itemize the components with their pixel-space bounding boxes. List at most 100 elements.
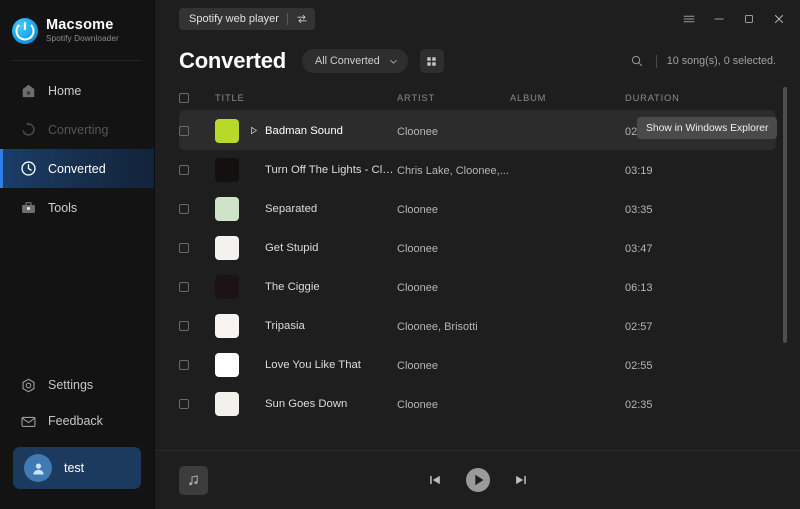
sidebar-bottom-nav: Settings Feedback: [0, 367, 154, 439]
track-title: The Ciggie: [265, 280, 320, 293]
refresh-icon: [22, 122, 35, 136]
search-icon: [631, 55, 642, 67]
table-row[interactable]: The Ciggie Cloonee 06:13: [179, 267, 776, 306]
row-select-cell: [179, 398, 215, 409]
play-button-icon: [465, 468, 490, 492]
track-duration: 02:55: [625, 359, 653, 372]
track-artist: Cloonee: [397, 359, 438, 372]
table-row[interactable]: Sun Goes Down Cloonee 02:35: [179, 384, 776, 423]
user-name: test: [64, 461, 85, 475]
row-select-cell: [179, 203, 215, 214]
minimize-button[interactable]: [704, 4, 734, 34]
page-header: Converted All Converted 10 song(s), 0 se…: [155, 37, 800, 85]
album-art: [215, 391, 239, 416]
album-art: [215, 118, 239, 143]
row-checkbox[interactable]: [179, 359, 189, 370]
row-select-cell: [179, 359, 215, 370]
next-track-button[interactable]: [513, 472, 529, 488]
album-art: [215, 235, 239, 260]
row-checkbox[interactable]: [179, 164, 189, 175]
table-row[interactable]: Tripasia Cloonee, Brisotti 02:57: [179, 306, 776, 345]
table-header-row: TITLE ARTIST ALBUM DURATION: [179, 85, 776, 111]
track-duration: 03:19: [625, 164, 653, 177]
table-row[interactable]: Separated Cloonee 03:35: [179, 189, 776, 228]
minimize-icon: [714, 18, 724, 19]
avatar: [24, 454, 52, 482]
sidebar-item-label: Home: [48, 83, 82, 98]
spotify-web-player-button[interactable]: Spotify web player: [179, 7, 315, 30]
tooltip-text: Show in Windows Explorer: [646, 122, 769, 134]
pill-divider: [286, 12, 288, 25]
sidebar-item-settings[interactable]: Settings: [0, 367, 154, 403]
row-select-cell: [179, 320, 215, 331]
select-all-checkbox[interactable]: [179, 92, 189, 103]
web-player-label: Spotify web player: [189, 12, 279, 25]
table-row[interactable]: Turn Off The Lights - Cloone...Chris Lak…: [179, 150, 776, 189]
play-triangle-icon[interactable]: [248, 125, 259, 136]
track-title: Turn Off The Lights - Cloone...: [265, 163, 397, 176]
search-button[interactable]: [626, 50, 648, 72]
track-table: TITLE ARTIST ALBUM DURATION Badman Sound…: [155, 85, 800, 450]
row-play-button[interactable]: [248, 125, 259, 136]
sidebar-item-home[interactable]: Home: [0, 71, 154, 110]
header-divider: [655, 54, 657, 68]
hamburger-menu-button[interactable]: [674, 4, 704, 34]
player-thumbnail[interactable]: [179, 465, 208, 495]
sidebar-item-feedback[interactable]: Feedback: [0, 403, 154, 439]
scrollbar-thumb[interactable]: [783, 87, 787, 343]
grid-view-button[interactable]: [419, 49, 444, 73]
track-row-list: Badman SoundCloonee02:56Turn Off The Lig…: [179, 111, 776, 425]
sidebar-item-label: Feedback: [48, 414, 103, 428]
titlebar: Spotify web player: [155, 0, 800, 37]
track-artist: Cloonee: [397, 242, 438, 255]
sidebar-item-converted[interactable]: Converted: [0, 149, 154, 188]
maximize-button[interactable]: [734, 4, 764, 34]
player-bar: [155, 450, 800, 509]
row-checkbox[interactable]: [179, 281, 189, 292]
mail-icon: [21, 416, 36, 427]
music-note-icon: [189, 474, 198, 485]
next-track-icon: [515, 475, 526, 485]
sidebar-item-tools[interactable]: Tools: [0, 188, 154, 227]
clock-icon: [21, 161, 36, 176]
main-area: Spotify web player Converted All Convert…: [155, 0, 800, 509]
table-row[interactable]: Get Stupid Cloonee 03:47: [179, 228, 776, 267]
track-artist: Cloonee: [397, 281, 438, 294]
close-button[interactable]: [764, 4, 794, 34]
player-controls: [155, 467, 800, 493]
filter-dropdown[interactable]: All Converted: [302, 49, 408, 73]
previous-track-button[interactable]: [427, 472, 443, 488]
swap-icon: [297, 14, 307, 23]
page-title: Converted: [179, 48, 286, 73]
brand-subtitle: Spotify Downloader: [46, 34, 119, 44]
row-checkbox[interactable]: [179, 125, 189, 136]
play-button[interactable]: [465, 467, 491, 493]
user-account-button[interactable]: test: [13, 447, 141, 489]
close-icon: [775, 14, 783, 23]
track-artist: Cloonee: [397, 398, 438, 411]
grid-view-icon: [427, 56, 437, 66]
sidebar-item-label: Converting: [48, 122, 109, 137]
row-checkbox[interactable]: [179, 398, 189, 409]
album-art: [215, 313, 239, 338]
track-list-scrollbar[interactable]: [783, 85, 787, 399]
select-all-cell: [179, 92, 215, 103]
sidebar-item-converting[interactable]: Converting: [0, 110, 154, 149]
track-title: Separated: [265, 202, 318, 215]
tooltip: Show in Windows Explorer: [637, 117, 778, 139]
toolbox-icon: [22, 202, 35, 213]
row-checkbox[interactable]: [179, 242, 189, 253]
column-header-duration: DURATION: [625, 92, 680, 103]
track-title: Get Stupid: [265, 241, 319, 254]
row-checkbox[interactable]: [179, 320, 189, 331]
track-artist: Cloonee: [397, 125, 438, 138]
row-select-cell: [179, 281, 215, 292]
table-row[interactable]: Love You Like That Cloonee 02:55: [179, 345, 776, 384]
track-duration: 06:13: [625, 281, 653, 294]
track-artist: Chris Lake, Cloonee,...: [397, 164, 509, 177]
row-checkbox[interactable]: [179, 203, 189, 214]
track-artist: Cloonee: [397, 203, 438, 216]
track-title: Sun Goes Down: [265, 397, 348, 410]
sidebar-divider: [12, 60, 142, 61]
gear-icon: [22, 378, 35, 392]
